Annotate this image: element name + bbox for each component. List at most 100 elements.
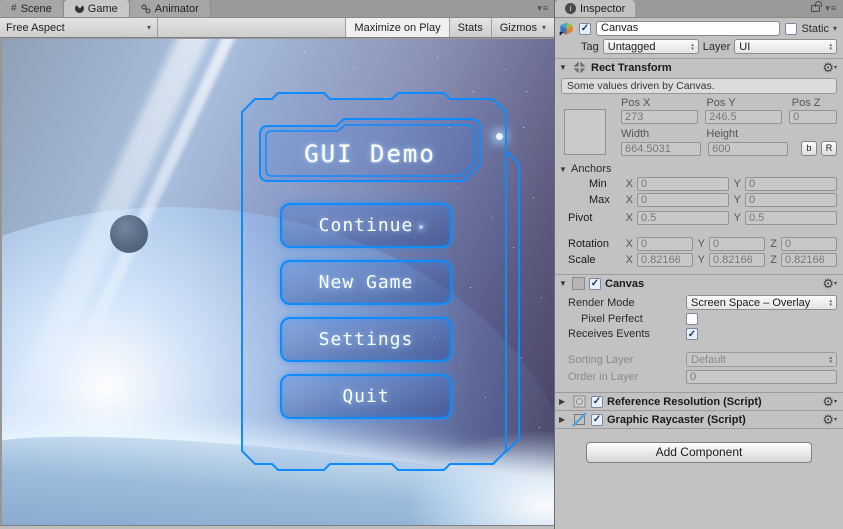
settings-button[interactable]: Settings	[280, 317, 452, 362]
continue-button[interactable]: Continue	[280, 203, 452, 248]
tab-game-label: Game	[88, 3, 118, 15]
pos-z-label: Pos Z	[792, 97, 837, 109]
reference-resolution-checkbox[interactable]	[591, 396, 603, 408]
anchors-min-x-field: 0	[637, 177, 729, 191]
anchor-preview-box[interactable]	[564, 109, 606, 155]
menu-title: GUI Demo	[260, 126, 480, 181]
object-name-field[interactable]: Canvas	[596, 21, 780, 36]
tab-animator-label: Animator	[155, 3, 199, 15]
tag-dropdown[interactable]: Untagged ▴▾	[603, 39, 699, 54]
receives-events-checkbox[interactable]	[686, 328, 698, 340]
foldout-closed-icon[interactable]: ▶	[559, 415, 568, 424]
gear-icon[interactable]: ⚙	[822, 414, 837, 426]
new-game-button[interactable]: New Game	[280, 260, 452, 305]
render-mode-label: Render Mode	[568, 297, 686, 309]
canvas-component-title: Canvas	[605, 278, 644, 290]
layer-dropdown[interactable]: UI ▴▾	[734, 39, 837, 54]
reference-resolution-header[interactable]: ▶ Reference Resolution (Script) ⚙	[555, 392, 843, 410]
bright-star	[496, 133, 503, 140]
foldout-closed-icon[interactable]: ▶	[559, 397, 568, 406]
dropdown-arrows-icon: ▴▾	[687, 43, 694, 51]
dropdown-arrows-icon: ▴▾	[825, 299, 832, 307]
anchors-min-row: Min X 0 Y 0	[568, 177, 837, 191]
pixel-perfect-row: Pixel Perfect	[568, 313, 837, 325]
rect-transform-title: Rect Transform	[591, 62, 672, 74]
pos-z-field: 0	[789, 110, 837, 124]
pixel-perfect-checkbox[interactable]	[686, 313, 698, 325]
layer-label: Layer	[703, 41, 731, 53]
order-in-layer-label: Order in Layer	[568, 371, 686, 383]
tab-animator[interactable]: Animator	[130, 0, 211, 17]
scene-grid-icon: #	[11, 3, 17, 14]
sorting-layer-row: Sorting Layer Default ▴▾	[568, 352, 837, 367]
pivot-label: Pivot	[568, 212, 621, 224]
blueprint-mode-button[interactable]: b	[801, 141, 817, 156]
render-mode-dropdown[interactable]: Screen Space – Overlay ▴▾	[686, 295, 837, 310]
sorting-layer-label: Sorting Layer	[568, 354, 686, 366]
pivot-x-field: 0.5	[637, 211, 729, 225]
scale-y-field: 0.82166	[709, 253, 765, 267]
scale-row: Scale X 0.82166 Y 0.82166 Z 0.82166	[568, 253, 837, 267]
lock-icon[interactable]	[811, 5, 820, 12]
driven-values-helpbox: Some values driven by Canvas.	[561, 78, 837, 94]
pos-y-label: Pos Y	[706, 97, 784, 109]
height-field: 600	[708, 142, 788, 156]
maximize-on-play-button[interactable]: Maximize on Play	[345, 18, 448, 37]
chevron-down-icon[interactable]: ▾	[833, 24, 837, 33]
rect-transform-header[interactable]: ▼ Rect Transform ⚙	[555, 58, 843, 76]
canvas-enabled-checkbox[interactable]	[589, 278, 601, 290]
graphic-raycaster-header[interactable]: ▶ Graphic Raycaster (Script) ⚙	[555, 410, 843, 428]
reference-resolution-title: Reference Resolution (Script)	[607, 396, 762, 408]
game-view-toolbar: Free Aspect ▾ Maximize on Play Stats Giz…	[0, 18, 554, 38]
add-component-button[interactable]: Add Component	[586, 442, 812, 463]
gear-icon[interactable]: ⚙	[822, 396, 837, 408]
rotation-label: Rotation	[568, 238, 621, 250]
game-view-icon	[75, 4, 84, 13]
gameobject-cube-icon[interactable]	[559, 21, 574, 36]
tab-scene-label: Scene	[21, 3, 52, 15]
active-checkbox[interactable]	[579, 23, 591, 35]
graphic-raycaster-icon	[572, 412, 587, 427]
anchors-foldout[interactable]: ▼ Anchors	[555, 163, 843, 175]
pane-menu-icon[interactable]: ▾≡	[537, 3, 554, 14]
tab-inspector-label: Inspector	[580, 3, 625, 15]
rotation-y-field: 0	[709, 237, 765, 251]
foldout-open-icon: ▼	[559, 165, 568, 174]
dropdown-arrows-icon: ▴▾	[825, 43, 832, 51]
tag-layer-row: Tag Untagged ▴▾ Layer UI ▴▾	[555, 37, 843, 58]
anchors-max-x-field: 0	[637, 193, 729, 207]
max-label: Max	[589, 194, 621, 206]
stars	[2, 39, 3, 40]
gear-icon[interactable]: ⚙	[822, 62, 837, 74]
gizmos-dropdown[interactable]: Gizmos ▾	[491, 18, 554, 37]
quit-button[interactable]: Quit	[280, 374, 452, 419]
tab-game[interactable]: Game	[64, 0, 130, 17]
tag-label: Tag	[581, 41, 599, 53]
reference-resolution-icon	[572, 394, 587, 409]
raw-edit-mode-button[interactable]: R	[821, 141, 837, 156]
inspector-panel: i Inspector ▾≡ Canvas Static ▾ Tag Untag…	[554, 0, 843, 529]
width-label: Width	[621, 128, 699, 140]
render-mode-row: Render Mode Screen Space – Overlay ▴▾	[568, 295, 837, 310]
gear-icon[interactable]: ⚙	[822, 278, 837, 290]
aspect-dropdown[interactable]: Free Aspect ▾	[0, 18, 158, 37]
inspector-tab-bar: i Inspector ▾≡	[555, 0, 843, 18]
tab-inspector[interactable]: i Inspector	[555, 0, 635, 17]
receives-events-row: Receives Events	[568, 328, 837, 340]
rect-transform-grid: Pos X Pos Y Pos Z 273 246.5 0 Width Heig…	[555, 97, 843, 156]
viewport-bottom-strip	[0, 525, 554, 529]
foldout-open-icon[interactable]: ▼	[559, 63, 568, 72]
min-label: Min	[589, 178, 621, 190]
canvas-component-header[interactable]: ▼ Canvas ⚙	[555, 274, 843, 292]
info-icon: i	[565, 3, 576, 14]
graphic-raycaster-checkbox[interactable]	[591, 414, 603, 426]
animator-icon	[141, 4, 151, 14]
stats-button[interactable]: Stats	[449, 18, 491, 37]
static-checkbox[interactable]	[785, 23, 797, 35]
foldout-open-icon[interactable]: ▼	[559, 279, 568, 288]
pos-y-field: 246.5	[705, 110, 782, 124]
pane-menu-icon[interactable]: ▾≡	[825, 3, 837, 14]
static-label: Static	[801, 23, 829, 35]
tab-scene[interactable]: # Scene	[0, 0, 64, 17]
order-in-layer-row: Order in Layer 0	[568, 370, 837, 384]
